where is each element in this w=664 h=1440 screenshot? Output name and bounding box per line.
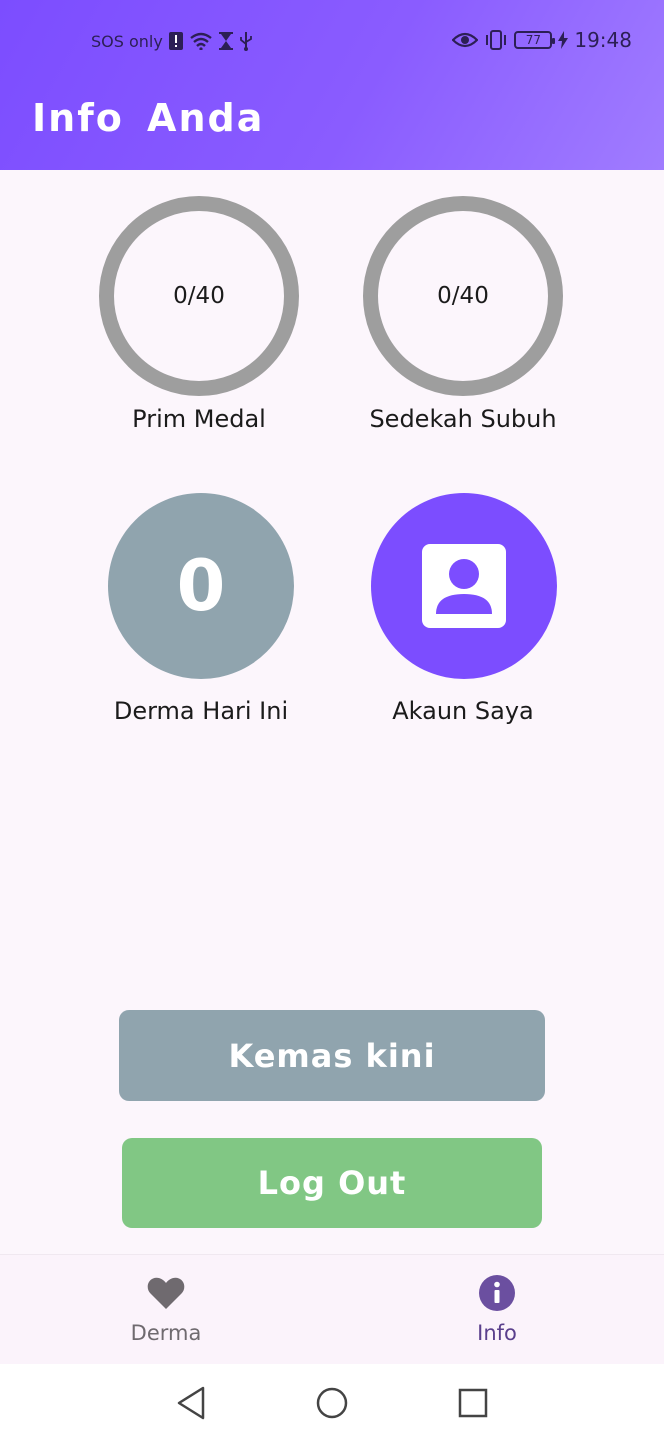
- prim-medal-label: Prim Medal: [132, 405, 266, 433]
- prim-medal-value: 0/40: [173, 283, 225, 309]
- sedekah-subuh-value: 0/40: [437, 283, 489, 309]
- carrier-text: SOS only: [91, 31, 163, 51]
- home-icon[interactable]: [315, 1386, 349, 1420]
- account-box-icon: [422, 544, 506, 628]
- update-button[interactable]: Kemas kini: [119, 1010, 545, 1101]
- bottom-nav: Derma Info: [0, 1254, 664, 1364]
- nav-label-derma: Derma: [130, 1321, 202, 1345]
- nav-item-derma[interactable]: Derma: [76, 1255, 256, 1365]
- battery-icon: 77: [514, 31, 556, 49]
- derma-today-value: 0: [176, 545, 226, 627]
- status-left: SOS only: [91, 31, 253, 51]
- nav-item-info[interactable]: Info: [407, 1255, 587, 1365]
- app-bar: SOS only 77 19:48 Info Anda: [0, 0, 664, 170]
- usb-icon: [239, 32, 252, 51]
- hourglass-icon: [218, 32, 233, 50]
- status-bar: SOS only 77 19:48: [0, 26, 664, 58]
- sedekah-subuh-label: Sedekah Subuh: [369, 405, 557, 433]
- account-label: Akaun Saya: [392, 697, 534, 725]
- derma-today-label: Derma Hari Ini: [113, 697, 289, 725]
- nav-label-info: Info: [477, 1321, 517, 1345]
- alert-icon: [168, 32, 183, 50]
- wifi-icon: [190, 32, 212, 50]
- page-title: Info Anda: [32, 96, 265, 140]
- recents-icon[interactable]: [456, 1386, 490, 1420]
- derma-today-counter[interactable]: 0: [108, 493, 294, 679]
- system-nav-bar: [0, 1364, 664, 1440]
- eye-icon: [452, 32, 479, 48]
- heart-icon: [147, 1273, 185, 1313]
- vibrate-icon: [486, 30, 507, 50]
- status-right: 77 19:48: [452, 28, 632, 52]
- clock: 19:48: [574, 28, 632, 52]
- battery-level: 77: [525, 33, 541, 47]
- logout-button[interactable]: Log Out: [122, 1138, 542, 1228]
- charging-icon: [558, 31, 569, 49]
- info-icon: [478, 1273, 516, 1313]
- sedekah-subuh-ring[interactable]: 0/40: [363, 196, 563, 396]
- account-button[interactable]: [371, 493, 557, 679]
- prim-medal-ring[interactable]: 0/40: [99, 196, 299, 396]
- back-icon[interactable]: [174, 1386, 208, 1420]
